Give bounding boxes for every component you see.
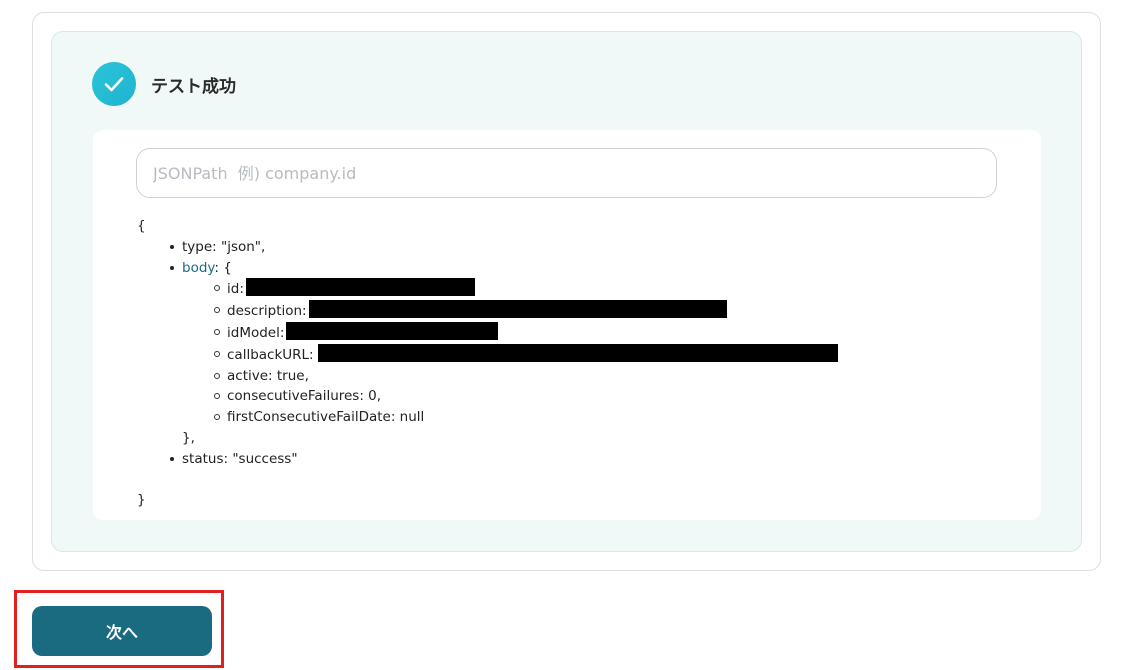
- status-text: テスト成功: [151, 76, 236, 97]
- json-root-list-2: status: "success": [137, 449, 997, 470]
- json-close-brace: }: [137, 491, 146, 508]
- body-key-toggle[interactable]: body: [182, 260, 214, 276]
- json-open-brace: {: [137, 218, 146, 234]
- json-body-close: },: [182, 429, 195, 446]
- json-body-item: body: {: [137, 258, 997, 279]
- jsonpath-input[interactable]: [136, 148, 997, 198]
- json-consecutive-failures-item: consecutiveFailures: 0,: [137, 386, 997, 407]
- next-button[interactable]: 次へ: [32, 606, 212, 656]
- json-type-item: type: "json",: [137, 237, 997, 258]
- json-body-list: id: description: idModel: callbackURL: a…: [137, 278, 997, 428]
- json-first-fail-date-item: firstConsecutiveFailDate: null: [137, 407, 997, 428]
- test-result-panel: テスト成功 { type: "json", body: { id: desc: [51, 31, 1082, 552]
- json-tree: { type: "json", body: { id: description:: [137, 216, 997, 510]
- json-status-item: status: "success": [137, 449, 997, 470]
- redacted-value: [286, 321, 499, 340]
- redacted-value: [245, 278, 475, 297]
- json-callbackurl-item: callbackURL:: [137, 343, 997, 366]
- redacted-value: [308, 300, 727, 319]
- json-root-list: type: "json", body: {: [137, 237, 997, 279]
- json-idmodel-item: idModel:: [137, 321, 997, 344]
- json-active-item: active: true,: [137, 366, 997, 387]
- test-status: テスト成功: [92, 62, 236, 106]
- outer-card: テスト成功 { type: "json", body: { id: desc: [32, 12, 1101, 571]
- json-description-item: description:: [137, 300, 997, 322]
- json-id-item: id:: [137, 278, 997, 300]
- redacted-value: [317, 343, 838, 362]
- check-icon: [92, 62, 136, 106]
- json-output-box: { type: "json", body: { id: description:: [93, 130, 1041, 520]
